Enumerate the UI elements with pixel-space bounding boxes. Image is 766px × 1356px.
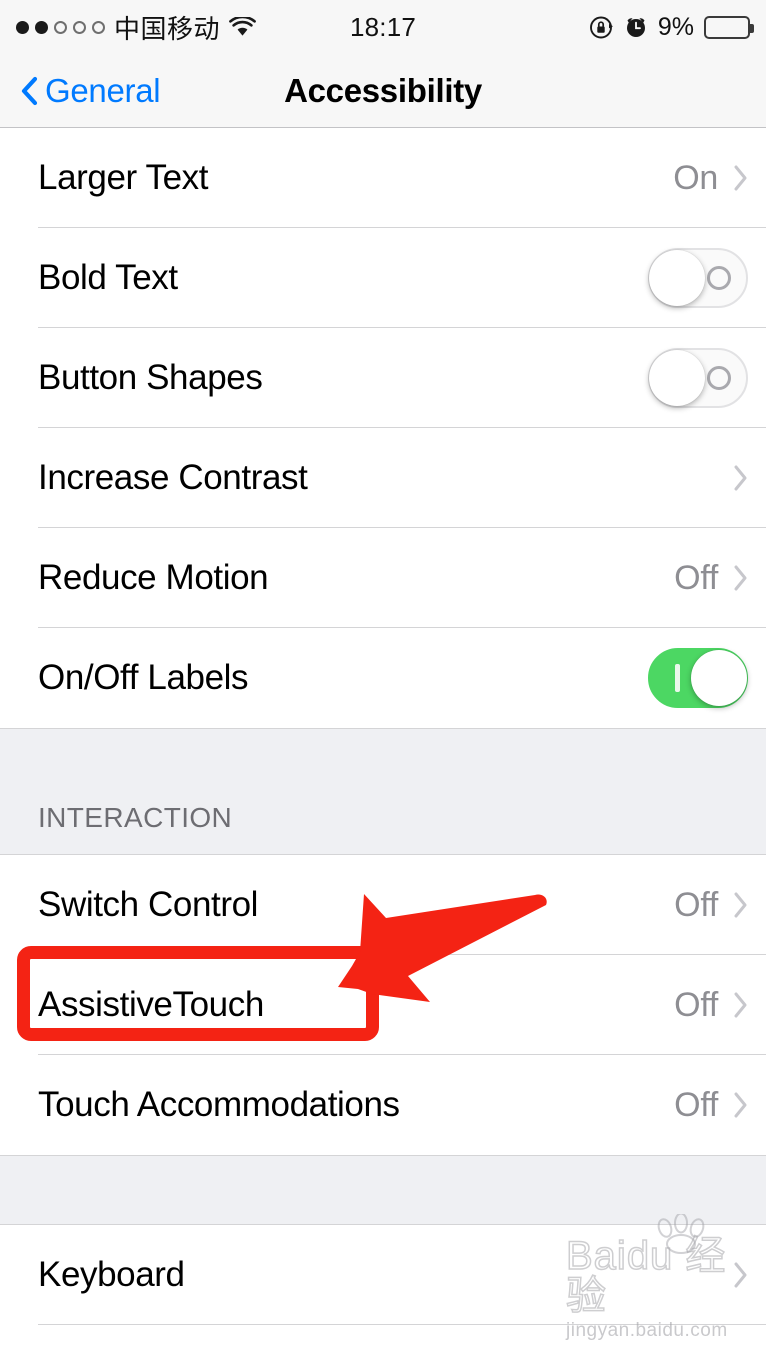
rotation-lock-icon — [589, 15, 614, 40]
row-value: Off — [674, 558, 718, 597]
iphone-screen: 中国移动 18:17 9% General Accessibility Larg… — [0, 0, 766, 1356]
row-label: Larger Text — [38, 158, 209, 197]
row-label: Touch Accommodations — [38, 1085, 400, 1124]
row-label: Bold Text — [38, 258, 178, 297]
row-label: Increase Contrast — [38, 458, 308, 497]
chevron-right-icon — [734, 1262, 748, 1288]
settings-list[interactable]: Larger Text On Bold Text Button Shapes I… — [0, 128, 766, 1356]
row-label: AssistiveTouch — [38, 985, 264, 1024]
battery-percentage: 9% — [657, 12, 694, 41]
section-keyboard: Keyboard Shake to Undo On — [0, 1225, 766, 1356]
row-accessory: On — [673, 159, 748, 198]
chevron-right-icon — [734, 565, 748, 591]
row-on-off-labels[interactable]: On/Off Labels — [0, 628, 766, 728]
toggle-on-off-labels[interactable] — [648, 648, 748, 708]
row-value: On — [673, 158, 718, 197]
row-button-shapes[interactable]: Button Shapes — [0, 328, 766, 428]
section-gap — [0, 1155, 766, 1225]
toggle-knob — [649, 250, 705, 306]
section-header-interaction: INTERACTION — [0, 728, 766, 855]
row-larger-text[interactable]: Larger Text On — [0, 128, 766, 228]
row-value: Off — [674, 1085, 718, 1124]
row-accessory: Off — [674, 559, 748, 598]
chevron-right-icon — [734, 465, 748, 491]
section-display-accommodations: Larger Text On Bold Text Button Shapes I… — [0, 128, 766, 728]
row-accessory — [718, 1262, 748, 1288]
status-bar-right: 9% — [589, 12, 754, 42]
row-accessory: Off — [674, 986, 748, 1025]
row-label: Switch Control — [38, 885, 259, 924]
row-label: On/Off Labels — [38, 658, 249, 697]
row-accessory — [648, 248, 748, 308]
alarm-clock-icon — [624, 15, 648, 39]
toggle-on-label-icon — [675, 664, 680, 692]
row-switch-control[interactable]: Switch Control Off — [0, 855, 766, 955]
toggle-knob — [649, 350, 705, 406]
row-assistivetouch[interactable]: AssistiveTouch Off — [0, 955, 766, 1055]
battery-icon — [704, 15, 754, 39]
row-increase-contrast[interactable]: Increase Contrast — [0, 428, 766, 528]
back-button-general[interactable]: General — [20, 71, 161, 110]
chevron-right-icon — [734, 892, 748, 918]
toggle-knob — [691, 650, 747, 706]
status-bar: 中国移动 18:17 9% — [0, 0, 766, 54]
row-accessory — [648, 348, 748, 408]
row-bold-text[interactable]: Bold Text — [0, 228, 766, 328]
row-accessory: Off — [674, 1086, 748, 1125]
toggle-button-shapes[interactable] — [648, 348, 748, 408]
toggle-off-label-icon — [707, 266, 731, 290]
row-touch-accommodations[interactable]: Touch Accommodations Off — [0, 1055, 766, 1155]
row-label: Keyboard — [38, 1255, 185, 1294]
row-keyboard[interactable]: Keyboard — [0, 1225, 766, 1325]
chevron-right-icon — [734, 992, 748, 1018]
toggle-bold-text[interactable] — [648, 248, 748, 308]
row-accessory — [718, 465, 748, 491]
row-value: Off — [674, 885, 718, 924]
row-value: Off — [674, 985, 718, 1024]
section-interaction: Switch Control Off AssistiveTouch Off To… — [0, 855, 766, 1155]
row-shake-to-undo[interactable]: Shake to Undo On — [0, 1325, 766, 1356]
row-accessory — [648, 648, 748, 708]
navigation-bar: General Accessibility — [0, 54, 766, 128]
back-button-label: General — [45, 71, 161, 109]
row-label: Reduce Motion — [38, 558, 269, 597]
row-label: Button Shapes — [38, 358, 263, 397]
row-accessory: Off — [674, 886, 748, 925]
chevron-left-icon — [20, 76, 38, 106]
chevron-right-icon — [734, 1092, 748, 1118]
row-reduce-motion[interactable]: Reduce Motion Off — [0, 528, 766, 628]
chevron-right-icon — [734, 165, 748, 191]
toggle-off-label-icon — [707, 366, 731, 390]
section-header-label: INTERACTION — [38, 802, 233, 833]
